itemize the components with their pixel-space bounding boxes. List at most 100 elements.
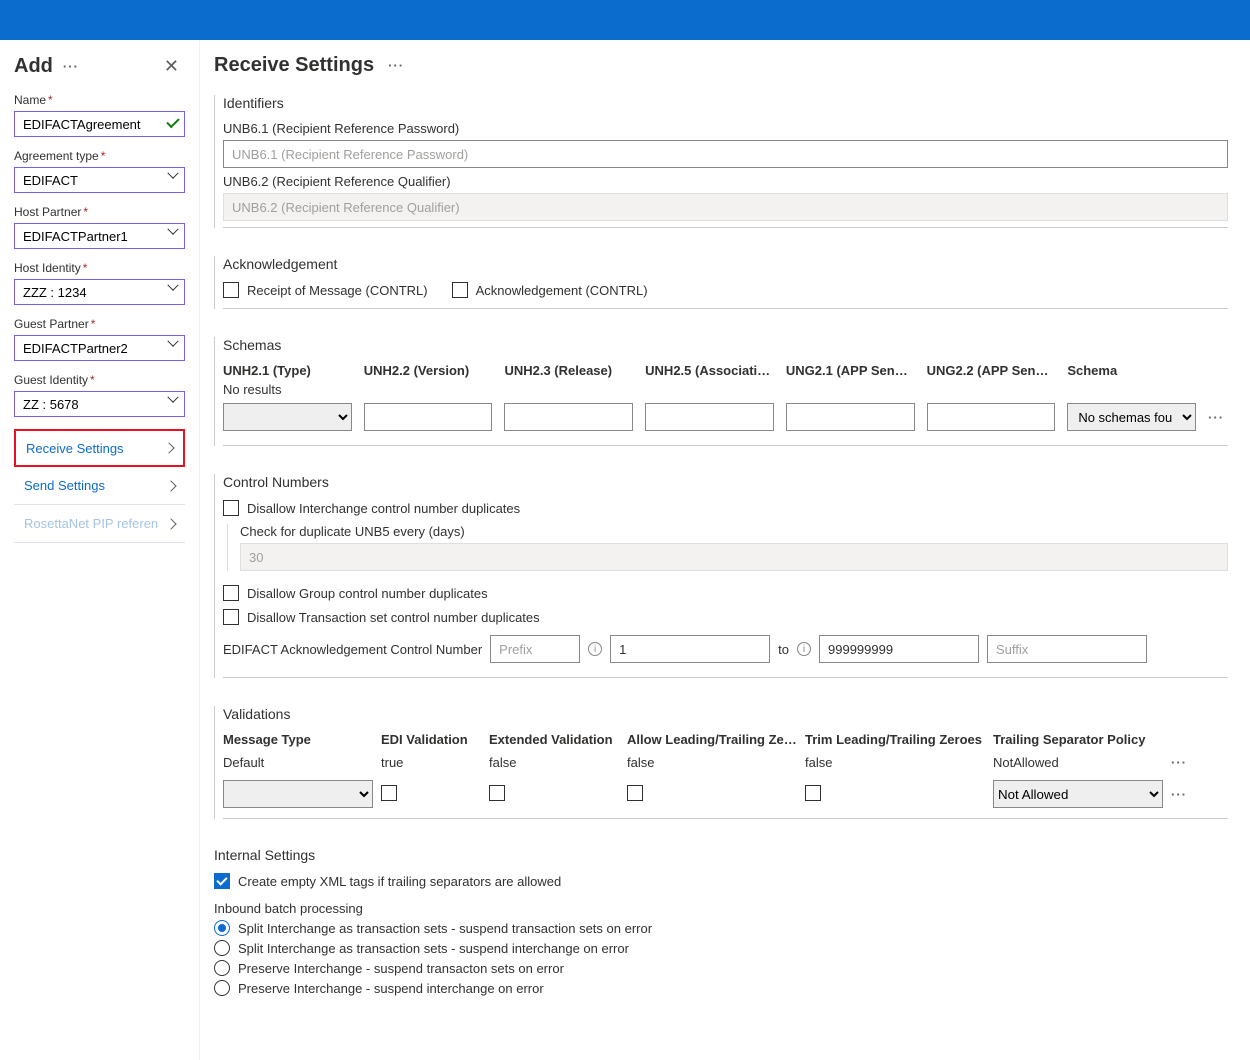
empty-xml-checkbox[interactable]: Create empty XML tags if trailing separa… xyxy=(214,873,1228,889)
agreement-type-select[interactable] xyxy=(14,167,185,193)
radio-icon xyxy=(214,940,230,956)
identifiers-section: Identifiers UNB6.1 (Recipient Reference … xyxy=(214,95,1228,228)
acknowledgement-section: Acknowledgement Receipt of Message (CONT… xyxy=(214,256,1228,309)
add-blade: Add ··· ✕ Name* Agreement type* Host Par… xyxy=(0,40,200,1060)
val-msg-select[interactable] xyxy=(223,780,373,808)
row-more-icon[interactable]: ··· xyxy=(1171,755,1201,770)
host-identity-select[interactable] xyxy=(14,279,185,305)
host-partner-select[interactable] xyxy=(14,223,185,249)
agreement-type-label: Agreement type xyxy=(14,149,99,163)
val-trim-checkbox[interactable] xyxy=(805,785,821,801)
schema-col-header: UNG2.1 (APP Sender ID) xyxy=(786,363,915,378)
guest-identity-label: Guest Identity xyxy=(14,373,88,387)
val-policy: NotAllowed xyxy=(993,755,1163,770)
page-more-icon[interactable]: ··· xyxy=(388,58,404,73)
batch-option-2[interactable]: Split Interchange as transaction sets - … xyxy=(214,940,1228,956)
unh23-input[interactable] xyxy=(504,403,633,431)
row-more-icon[interactable]: ··· xyxy=(1171,787,1201,802)
section-title: Control Numbers xyxy=(223,474,1228,490)
close-icon[interactable]: ✕ xyxy=(158,54,185,79)
radio-label: Preserve Interchange - suspend transacto… xyxy=(238,961,564,976)
host-identity-label: Host Identity xyxy=(14,261,81,275)
checkbox-label: Receipt of Message (CONTRL) xyxy=(247,283,428,298)
val-trim: false xyxy=(805,755,985,770)
guest-partner-select[interactable] xyxy=(14,335,185,361)
info-icon[interactable]: i xyxy=(588,642,602,656)
checkbox-icon xyxy=(223,282,239,298)
schema-col-header: UNH2.3 (Release) xyxy=(504,363,633,378)
schema-col-header: UNH2.2 (Version) xyxy=(364,363,493,378)
ack-prefix-input[interactable] xyxy=(490,635,580,663)
checkbox-icon xyxy=(223,609,239,625)
unb61-input[interactable] xyxy=(223,140,1228,168)
dup-days-input xyxy=(240,543,1228,571)
batch-option-1[interactable]: Split Interchange as transaction sets - … xyxy=(214,920,1228,936)
checkbox-label: Acknowledgement (CONTRL) xyxy=(476,283,648,298)
nav-receive-settings[interactable]: Receive Settings xyxy=(14,429,185,467)
unh25-input[interactable] xyxy=(645,403,774,431)
nav-rosettanet[interactable]: RosettaNet PIP referen xyxy=(14,505,185,543)
receipt-of-message-checkbox[interactable]: Receipt of Message (CONTRL) xyxy=(223,282,428,298)
batch-option-4[interactable]: Preserve Interchange - suspend interchan… xyxy=(214,980,1228,996)
section-title: Acknowledgement xyxy=(223,256,1228,272)
ack-suffix-input[interactable] xyxy=(987,635,1147,663)
checkbox-icon xyxy=(452,282,468,298)
guest-identity-select[interactable] xyxy=(14,391,185,417)
disallow-transaction-checkbox[interactable]: Disallow Transaction set control number … xyxy=(223,609,1228,625)
row-more-icon[interactable]: ··· xyxy=(1208,410,1228,425)
ung22-input[interactable] xyxy=(927,403,1056,431)
to-label: to xyxy=(778,642,789,657)
checkbox-label: Disallow Transaction set control number … xyxy=(247,610,540,625)
val-policy-select[interactable]: Not Allowed xyxy=(993,780,1163,808)
disallow-group-checkbox[interactable]: Disallow Group control number duplicates xyxy=(223,585,1228,601)
chevron-right-icon xyxy=(165,480,176,491)
val-col-header: Message Type xyxy=(223,732,373,747)
val-edi-checkbox[interactable] xyxy=(381,785,397,801)
name-label: Name xyxy=(14,93,46,107)
checkbox-icon xyxy=(223,585,239,601)
host-partner-label: Host Partner xyxy=(14,205,81,219)
val-ext: false xyxy=(489,755,619,770)
ack-to-input[interactable] xyxy=(819,635,979,663)
top-bar xyxy=(0,0,1250,40)
info-icon[interactable]: i xyxy=(797,642,811,656)
radio-icon xyxy=(214,920,230,936)
schemas-section: Schemas UNH2.1 (Type) UNH2.2 (Version) U… xyxy=(214,337,1228,446)
radio-icon xyxy=(214,960,230,976)
required-asterisk: * xyxy=(48,93,53,107)
guest-partner-label: Guest Partner xyxy=(14,317,89,331)
checkbox-icon xyxy=(223,500,239,516)
batch-processing-title: Inbound batch processing xyxy=(214,901,1228,916)
chevron-right-icon xyxy=(163,442,174,453)
unb62-label: UNB6.2 (Recipient Reference Qualifier) xyxy=(223,174,1228,189)
disallow-interchange-checkbox[interactable]: Disallow Interchange control number dupl… xyxy=(223,500,1228,516)
val-ext-checkbox[interactable] xyxy=(489,785,505,801)
unh21-select[interactable] xyxy=(223,403,352,431)
schema-col-header: Schema xyxy=(1067,363,1196,378)
val-col-header: EDI Validation xyxy=(381,732,481,747)
ung21-input[interactable] xyxy=(786,403,915,431)
chevron-right-icon xyxy=(165,518,176,529)
acknowledgement-checkbox[interactable]: Acknowledgement (CONTRL) xyxy=(452,282,648,298)
blade-more-icon[interactable]: ··· xyxy=(63,59,79,74)
radio-label: Split Interchange as transaction sets - … xyxy=(238,921,652,936)
schema-select[interactable]: No schemas found xyxy=(1067,403,1196,431)
val-allow-checkbox[interactable] xyxy=(627,785,643,801)
nav-label: RosettaNet PIP referen xyxy=(24,516,158,531)
main-pane: Receive Settings ··· Identifiers UNB6.1 … xyxy=(200,40,1250,1060)
batch-option-3[interactable]: Preserve Interchange - suspend transacto… xyxy=(214,960,1228,976)
nav-label: Receive Settings xyxy=(26,441,124,456)
ack-control-number-label: EDIFACT Acknowledgement Control Number xyxy=(223,642,482,657)
no-results-text: No results xyxy=(223,382,1228,397)
unh22-input[interactable] xyxy=(364,403,493,431)
radio-label: Split Interchange as transaction sets - … xyxy=(238,941,629,956)
nav-label: Send Settings xyxy=(24,478,105,493)
val-col-header: Trailing Separator Policy xyxy=(993,732,1163,747)
checkbox-icon xyxy=(214,873,230,889)
val-col-header: Extended Validation xyxy=(489,732,619,747)
nav-send-settings[interactable]: Send Settings xyxy=(14,467,185,505)
name-input[interactable] xyxy=(14,111,185,137)
ack-from-input[interactable] xyxy=(610,635,770,663)
val-col-header: Trim Leading/Trailing Zeroes xyxy=(805,732,985,747)
section-title: Schemas xyxy=(223,337,1228,353)
